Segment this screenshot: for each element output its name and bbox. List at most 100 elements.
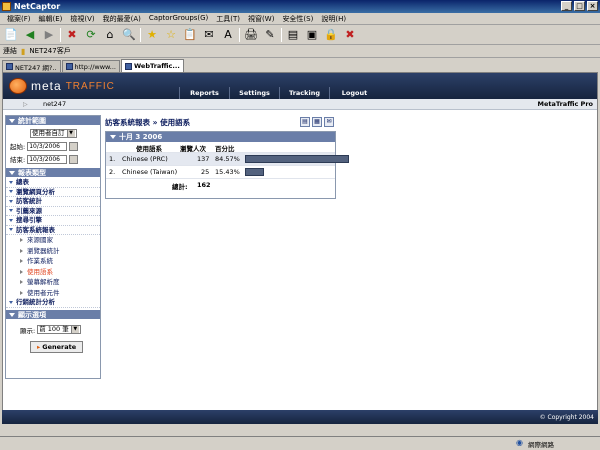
sidebar: 統計範圍 使用者自訂▼ 起始: 結束: 報表類型 總表 瀏覽網頁分析 訪客統計 … — [5, 115, 101, 379]
page-icon[interactable]: ▤ — [285, 27, 301, 43]
print-icon[interactable]: ▤ — [300, 117, 310, 127]
export-icon[interactable]: ▦ — [312, 117, 322, 127]
arrow-right-icon: ▸ — [37, 342, 41, 351]
menu-file[interactable]: 檔案(F) — [4, 13, 34, 24]
menu-view[interactable]: 檢視(V) — [67, 13, 97, 24]
column-headers: 使用語系 瀏覽人次 百分比 — [106, 142, 335, 153]
new-page-icon[interactable]: 📄 — [3, 27, 19, 43]
menu-tools[interactable]: 工具(T) — [213, 13, 243, 24]
start-date-input[interactable] — [27, 141, 68, 151]
window-title: NetCaptor — [14, 2, 61, 11]
submenu-item-os[interactable]: 作業系統 — [6, 256, 100, 267]
report-header[interactable]: 報表類型 — [6, 168, 100, 178]
menu-security[interactable]: 安全性(S) — [279, 13, 316, 24]
arrow-right-icon — [20, 280, 23, 284]
close-button[interactable]: × — [587, 1, 598, 11]
table-row: 2. Chinese (Taiwan) 25 15.43% — [106, 165, 335, 178]
menu-edit[interactable]: 編輯(E) — [36, 13, 66, 24]
browser-toolbar: 📄 ◀ ▶ ✖ ⟳ ⌂ 🔍 ★ ☆ 📋 ✉ A 🖨 ✎ ▤ ▣ 🔒 ✖ — [0, 25, 600, 45]
calendar-icon[interactable] — [69, 154, 79, 164]
menu-item-summary[interactable]: 總表 — [6, 178, 100, 188]
range-header[interactable]: 統計範圍 — [6, 116, 100, 126]
add-favorite-icon[interactable]: ☆ — [163, 27, 179, 43]
menu-item-search-engines[interactable]: 搜尋引擎 — [6, 216, 100, 226]
search-icon[interactable]: 🔍 — [121, 27, 137, 43]
edit-icon[interactable]: ✎ — [262, 27, 278, 43]
back-icon[interactable]: ◀ — [22, 27, 38, 43]
menu-item-system-report[interactable]: 訪客系統報表 — [6, 226, 100, 235]
range-select[interactable]: 使用者自訂 ▼ — [30, 129, 77, 138]
bullet-icon — [9, 190, 13, 193]
internet-zone-icon: ◉ — [516, 438, 523, 447]
collapse-icon — [9, 171, 15, 175]
close-tab-icon[interactable]: ✖ — [342, 27, 358, 43]
submenu-item-browser[interactable]: 瀏覽器統計 — [6, 246, 100, 257]
date-header[interactable]: 十月 3 2006 — [106, 132, 335, 142]
row-bar — [245, 168, 264, 176]
app-icon — [2, 2, 11, 11]
submenu-item-plugins[interactable]: 使用者元件 — [6, 288, 100, 299]
minimize-button[interactable]: _ — [561, 1, 572, 11]
email-icon[interactable]: ✉ — [324, 117, 334, 127]
row-language: Chinese (Taiwan) — [122, 168, 178, 176]
refresh-icon[interactable]: ⟳ — [83, 27, 99, 43]
menu-item-marketing[interactable]: 行銷統計分析 — [6, 298, 100, 308]
row-visitors: 25 — [201, 168, 210, 176]
row-bar — [245, 155, 349, 163]
bullet-icon — [9, 218, 13, 222]
display-header[interactable]: 顯示選項 — [6, 309, 100, 320]
tab-net247[interactable]: NET247 網?.. — [2, 60, 61, 72]
generate-button[interactable]: ▸ Generate — [30, 340, 84, 353]
metatraffic-logo: meta TRAFFIC — [9, 78, 115, 94]
row-percent: 84.57% — [215, 155, 240, 163]
tab-webtraffic[interactable]: WebTraffic... — [120, 59, 184, 72]
calendar-icon[interactable] — [69, 141, 79, 151]
forward-icon[interactable]: ▶ — [41, 27, 57, 43]
menu-favorites[interactable]: 我的最愛(A) — [100, 13, 144, 24]
report-table: 十月 3 2006 使用語系 瀏覽人次 百分比 1. Chinese (PRC)… — [105, 131, 349, 199]
submenu-item-country[interactable]: 來源國家 — [6, 235, 100, 246]
menu-item-pages[interactable]: 瀏覽網頁分析 — [6, 188, 100, 197]
end-date-input[interactable] — [27, 154, 68, 164]
menu-help[interactable]: 說明(H) — [318, 13, 349, 24]
status-divider — [0, 436, 600, 437]
menu-captorgroups[interactable]: CaptorGroups(G) — [146, 13, 211, 24]
toolbar-divider — [140, 27, 141, 42]
total-label: 總計: — [172, 183, 188, 191]
row-percent: 15.43% — [215, 168, 240, 176]
row-visitors: 137 — [197, 155, 210, 163]
window-title-bar: NetCaptor _ □ × — [0, 0, 600, 13]
nav-logout[interactable]: Logout — [329, 87, 379, 99]
stop-icon[interactable]: ✖ — [64, 27, 80, 43]
mail-icon[interactable]: ✉ — [201, 27, 217, 43]
menu-item-visitors[interactable]: 訪客統計 — [6, 197, 100, 207]
account-name: net247 — [43, 100, 67, 108]
history-icon[interactable]: 📋 — [182, 27, 198, 43]
menu-bar: 檔案(F) 編輯(E) 檢視(V) 我的最愛(A) CaptorGroups(G… — [0, 13, 600, 25]
nav-settings[interactable]: Settings — [229, 87, 279, 99]
lock-icon[interactable]: 🔒 — [323, 27, 339, 43]
toolbar-divider — [281, 27, 282, 42]
window-icon[interactable]: ▣ — [304, 27, 320, 43]
expand-arrow-icon[interactable]: ▷ — [23, 101, 28, 108]
row-rank: 1. — [109, 155, 116, 163]
menu-item-referrers[interactable]: 引薦來源 — [6, 207, 100, 216]
nav-reports[interactable]: Reports — [179, 87, 229, 99]
links-item[interactable]: NET247客戶 — [29, 46, 70, 56]
tab-url[interactable]: http://www... — [61, 60, 120, 72]
submenu-item-resolution[interactable]: 螢幕解析度 — [6, 277, 100, 288]
maximize-button[interactable]: □ — [574, 1, 585, 11]
folder-icon: ▮ — [21, 46, 26, 56]
submenu-item-language[interactable]: 使用語系 — [6, 267, 100, 278]
display-row: 顯示: 前 100 筆 ▼ — [20, 325, 100, 335]
print-icon[interactable]: 🖨 — [243, 27, 259, 43]
home-icon[interactable]: ⌂ — [102, 27, 118, 43]
nav-tracking[interactable]: Tracking — [279, 87, 329, 99]
menu-window[interactable]: 視窗(W) — [245, 13, 277, 24]
main-nav: Reports Settings Tracking Logout — [179, 87, 379, 99]
display-select[interactable]: 前 100 筆 ▼ — [37, 325, 81, 334]
status-bar: ◉ 網際網路 — [0, 424, 600, 450]
font-size-icon[interactable]: A — [220, 27, 236, 43]
page-icon — [6, 63, 13, 70]
favorites-icon[interactable]: ★ — [144, 27, 160, 43]
